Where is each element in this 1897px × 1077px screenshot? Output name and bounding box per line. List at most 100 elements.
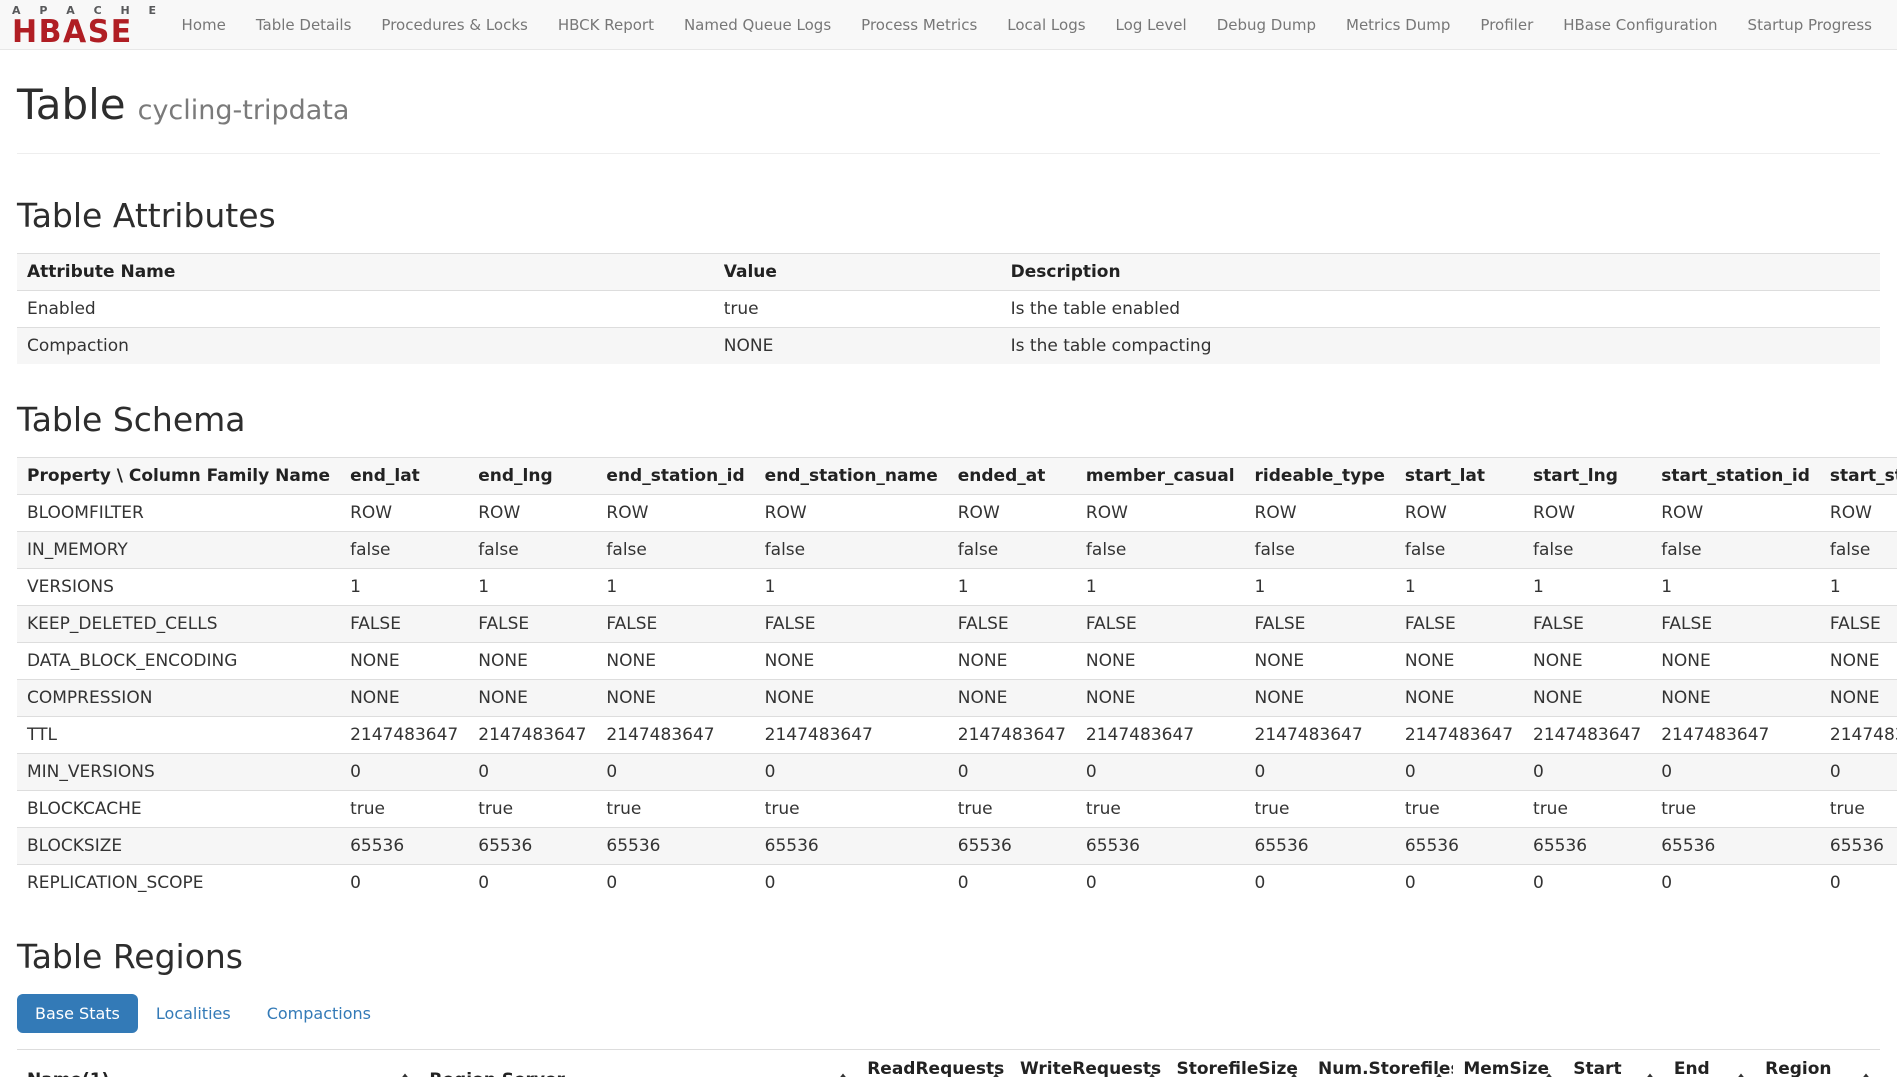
- regions-col-label: StorefileSize (61 MB): [1176, 1059, 1297, 1077]
- schema-value-cell: FALSE: [1245, 606, 1395, 643]
- nav-link-table-details[interactable]: Table Details: [241, 16, 367, 34]
- regions-col-region-state[interactable]: Region State: [1755, 1050, 1880, 1077]
- regions-col-writerequests-1[interactable]: WriteRequests (1): [1010, 1050, 1166, 1077]
- nav-link-metrics-dump[interactable]: Metrics Dump: [1331, 16, 1465, 34]
- page-title: Table: [17, 80, 126, 129]
- nav-item-home: Home: [167, 0, 241, 49]
- schema-value-cell: 1: [1245, 569, 1395, 606]
- sort-icon[interactable]: [401, 1074, 410, 1077]
- schema-value-cell: FALSE: [340, 606, 468, 643]
- schema-value-cell: ROW: [1820, 495, 1897, 532]
- schema-value-cell: 65536: [340, 828, 468, 865]
- regions-col-region-server[interactable]: Region Server: [419, 1050, 857, 1077]
- schema-value-cell: NONE: [755, 680, 948, 717]
- regions-col-label: Region Server: [429, 1070, 564, 1077]
- schema-value-cell: 65536: [468, 828, 596, 865]
- sort-icon[interactable]: [1435, 1074, 1444, 1077]
- schema-col-start-station-name: start_station_name: [1820, 458, 1897, 495]
- nav-link-local-logs[interactable]: Local Logs: [992, 16, 1100, 34]
- schema-value-cell: 2147483647: [468, 717, 596, 754]
- table-name: cycling-tripdata: [138, 95, 350, 126]
- schema-value-cell: false: [1395, 532, 1523, 569]
- nav-item-procedures-locks: Procedures & Locks: [366, 0, 542, 49]
- attribute-row-compaction: CompactionNONEIs the table compacting: [17, 328, 1880, 365]
- regions-col-memsize-0-mb[interactable]: MemSize (0 MB): [1453, 1050, 1563, 1077]
- schema-row-in-memory: IN_MEMORYfalsefalsefalsefalsefalsefalsef…: [17, 532, 1897, 569]
- schema-value-cell: NONE: [1523, 643, 1651, 680]
- schema-value-cell: ROW: [948, 495, 1076, 532]
- nav-link-hbck-report[interactable]: HBCK Report: [543, 16, 669, 34]
- schema-value-cell: 1: [1395, 569, 1523, 606]
- nav-item-log-level: Log Level: [1101, 0, 1202, 49]
- schema-property-cell: BLOOMFILTER: [17, 495, 340, 532]
- nav-item-startup-progress: Startup Progress: [1733, 0, 1887, 49]
- logo-hbase-text: HBASE: [12, 17, 153, 49]
- schema-value-cell: 1: [755, 569, 948, 606]
- regions-col-storefilesize-61-mb[interactable]: StorefileSize (61 MB): [1166, 1050, 1308, 1077]
- schema-value-cell: 2147483647: [1076, 717, 1245, 754]
- nav-link-home[interactable]: Home: [167, 16, 241, 34]
- sort-icon[interactable]: [1862, 1074, 1871, 1077]
- sort-icon[interactable]: [1290, 1074, 1299, 1077]
- nav-link-debug-dump[interactable]: Debug Dump: [1202, 16, 1331, 34]
- hbase-logo[interactable]: A P A C H E HBASE: [12, 5, 153, 47]
- sort-icon[interactable]: [839, 1074, 848, 1077]
- schema-value-cell: true: [1076, 791, 1245, 828]
- nav-item-hbck-report: HBCK Report: [543, 0, 669, 49]
- schema-value-cell: 0: [1523, 865, 1651, 902]
- schema-col-start-lat: start_lat: [1395, 458, 1523, 495]
- schema-value-cell: 65536: [1245, 828, 1395, 865]
- sort-icon[interactable]: [1646, 1074, 1655, 1077]
- schema-value-cell: NONE: [340, 643, 468, 680]
- schema-value-cell: true: [1245, 791, 1395, 828]
- nav-link-process-metrics[interactable]: Process Metrics: [846, 16, 992, 34]
- nav-link-procedures-locks[interactable]: Procedures & Locks: [366, 16, 542, 34]
- schema-row-blocksize: BLOCKSIZE6553665536655366553665536655366…: [17, 828, 1897, 865]
- schema-value-cell: true: [1523, 791, 1651, 828]
- schema-value-cell: ROW: [340, 495, 468, 532]
- regions-tab-localities[interactable]: Localities: [138, 994, 249, 1033]
- regions-tab-base-stats[interactable]: Base Stats: [17, 994, 138, 1033]
- schema-row-data-block-encoding: DATA_BLOCK_ENCODINGNONENONENONENONENONEN…: [17, 643, 1897, 680]
- schema-value-cell: false: [1651, 532, 1820, 569]
- sort-icon[interactable]: [1545, 1074, 1554, 1077]
- regions-col-name-1[interactable]: Name(1): [17, 1050, 419, 1077]
- schema-value-cell: 1: [468, 569, 596, 606]
- schema-value-cell: 0: [596, 754, 754, 791]
- nav-link-named-queue-logs[interactable]: Named Queue Logs: [669, 16, 846, 34]
- regions-col-end-key[interactable]: End Key: [1664, 1050, 1755, 1077]
- title-divider: [17, 153, 1880, 154]
- nav-item-debug-dump: Debug Dump: [1202, 0, 1331, 49]
- regions-col-start-key[interactable]: Start Key: [1563, 1050, 1664, 1077]
- schema-row-replication-scope: REPLICATION_SCOPE000000000000: [17, 865, 1897, 902]
- nav-link-log-level[interactable]: Log Level: [1101, 16, 1202, 34]
- regions-col-num-storefiles-12[interactable]: Num.Storefiles (12): [1308, 1050, 1453, 1077]
- attr-col-description: Description: [1001, 254, 1880, 291]
- schema-value-cell: 0: [1245, 865, 1395, 902]
- schema-row-keep-deleted-cells: KEEP_DELETED_CELLSFALSEFALSEFALSEFALSEFA…: [17, 606, 1897, 643]
- schema-col-start-station-id: start_station_id: [1651, 458, 1820, 495]
- attributes-heading: Table Attributes: [17, 196, 1880, 235]
- regions-col-readrequests-0[interactable]: ReadRequests (0): [857, 1050, 1010, 1077]
- attr-col-attribute-name: Attribute Name: [17, 254, 714, 291]
- nav-link-hbase-configuration[interactable]: HBase Configuration: [1548, 16, 1732, 34]
- schema-property-cell: TTL: [17, 717, 340, 754]
- schema-property-cell: KEEP_DELETED_CELLS: [17, 606, 340, 643]
- schema-property-cell: MIN_VERSIONS: [17, 754, 340, 791]
- sort-icon[interactable]: [992, 1074, 1001, 1077]
- schema-value-cell: 0: [1245, 754, 1395, 791]
- nav-link-startup-progress[interactable]: Startup Progress: [1733, 16, 1887, 34]
- regions-col-label: Start Key: [1573, 1059, 1621, 1077]
- nav-link-profiler[interactable]: Profiler: [1465, 16, 1548, 34]
- schema-value-cell: 1: [1651, 569, 1820, 606]
- schema-value-cell: 2147483647: [1395, 717, 1523, 754]
- schema-value-cell: 65536: [1395, 828, 1523, 865]
- regions-tab-compactions[interactable]: Compactions: [249, 994, 389, 1033]
- sort-icon[interactable]: [1737, 1074, 1746, 1077]
- schema-property-cell: VERSIONS: [17, 569, 340, 606]
- sort-icon[interactable]: [1148, 1074, 1157, 1077]
- regions-col-label: ReadRequests (0): [867, 1059, 1004, 1077]
- schema-property-cell: IN_MEMORY: [17, 532, 340, 569]
- schema-value-cell: false: [948, 532, 1076, 569]
- schema-value-cell: 1: [596, 569, 754, 606]
